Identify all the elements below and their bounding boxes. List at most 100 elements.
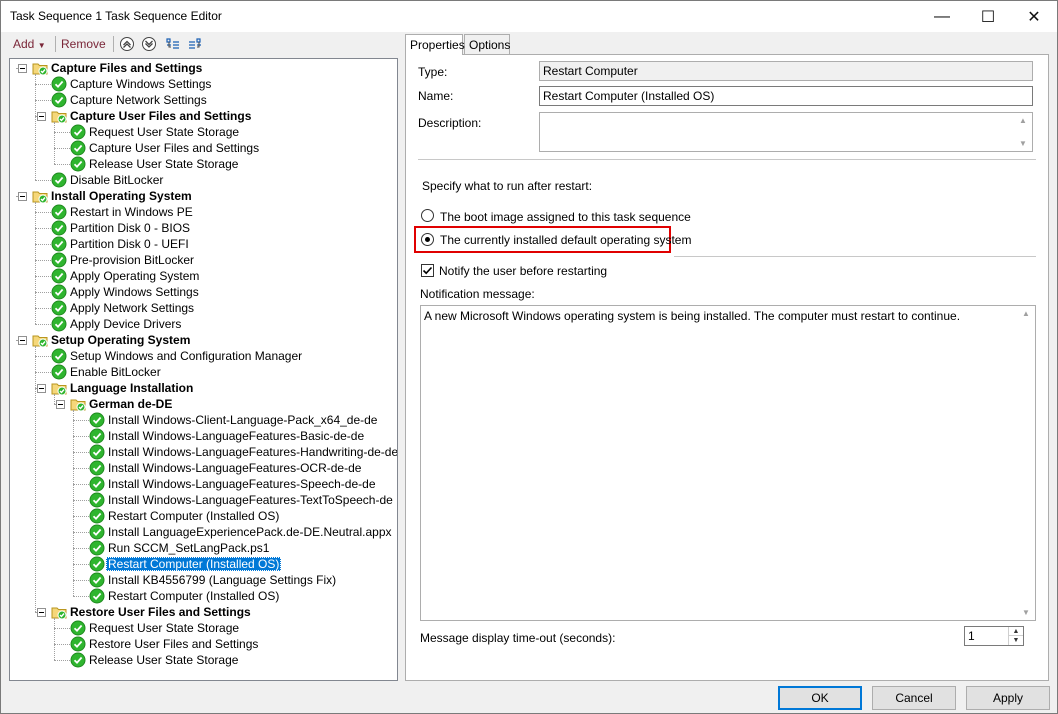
tree-step-node[interactable]: Restart in Windows PE bbox=[10, 204, 395, 220]
tree-step-node[interactable]: Install Windows-LanguageFeatures-OCR-de-… bbox=[10, 460, 395, 476]
tree-step-node[interactable]: Restart Computer (Installed OS) bbox=[10, 508, 395, 524]
tree-step-node[interactable]: Install LanguageExperiencePack.de-DE.Neu… bbox=[10, 524, 395, 540]
name-field[interactable]: Restart Computer (Installed OS) bbox=[539, 86, 1033, 106]
minimize-button[interactable]: — bbox=[919, 1, 965, 32]
cancel-button[interactable]: Cancel bbox=[872, 686, 956, 710]
tree-step-node[interactable]: Restart Computer (Installed OS) bbox=[10, 588, 395, 604]
installed-os-label[interactable]: The currently installed default operatin… bbox=[440, 233, 691, 247]
tree-node-label: Apply Device Drivers bbox=[70, 317, 182, 331]
scroll-down-icon[interactable]: ▼ bbox=[1019, 139, 1027, 148]
notification-message-field[interactable]: A new Microsoft Windows operating system… bbox=[420, 305, 1036, 621]
tree-guide-line bbox=[54, 394, 55, 404]
tree-step-node[interactable]: Restart Computer (Installed OS) bbox=[10, 556, 395, 572]
boot-image-label[interactable]: The boot image assigned to this task seq… bbox=[440, 210, 691, 224]
tree-group-node[interactable]: German de-DE bbox=[10, 396, 395, 412]
tree-step-node[interactable]: Disable BitLocker bbox=[10, 172, 395, 188]
timeout-spinner[interactable]: 1 ▲ ▼ bbox=[964, 626, 1024, 646]
tree-step-node[interactable]: Restore User Files and Settings bbox=[10, 636, 395, 652]
tree-step-node[interactable]: Release User State Storage bbox=[10, 156, 395, 172]
tree-step-node[interactable]: Capture User Files and Settings bbox=[10, 140, 395, 156]
spin-up-icon[interactable]: ▲ bbox=[1009, 627, 1023, 636]
collapse-icon[interactable] bbox=[37, 384, 46, 393]
tree-group-node[interactable]: Install Operating System bbox=[10, 188, 395, 204]
collapse-icon[interactable] bbox=[37, 112, 46, 121]
collapse-icon[interactable] bbox=[18, 336, 27, 345]
tree-step-node[interactable]: Request User State Storage bbox=[10, 124, 395, 140]
task-sequence-tree[interactable]: Capture Files and Settings Capture Window… bbox=[9, 58, 398, 681]
tree-step-node[interactable]: Apply Device Drivers bbox=[10, 316, 395, 332]
tree-connector bbox=[35, 212, 51, 213]
tree-step-node[interactable]: Apply Windows Settings bbox=[10, 284, 395, 300]
tree-connector bbox=[73, 516, 89, 517]
tree-step-node[interactable]: Install Windows-LanguageFeatures-Handwri… bbox=[10, 444, 397, 460]
scroll-up-icon[interactable]: ▲ bbox=[1019, 116, 1027, 125]
tree-step-node[interactable]: Apply Network Settings bbox=[10, 300, 395, 316]
tree-step-node[interactable]: Capture Windows Settings bbox=[10, 76, 395, 92]
description-field[interactable]: ▲ ▼ bbox=[539, 112, 1033, 152]
description-scrollbar[interactable]: ▲ ▼ bbox=[1016, 114, 1031, 150]
tree-step-node[interactable]: Pre-provision BitLocker bbox=[10, 252, 395, 268]
success-check-icon bbox=[51, 236, 67, 252]
tree-step-node[interactable]: Install Windows-LanguageFeatures-Basic-d… bbox=[10, 428, 395, 444]
collapse-icon[interactable] bbox=[37, 608, 46, 617]
success-check-icon bbox=[89, 476, 105, 492]
tree-step-node[interactable]: Setup Windows and Configuration Manager bbox=[10, 348, 395, 364]
indent-icon[interactable] bbox=[165, 36, 181, 52]
notification-scrollbar[interactable]: ▲ ▼ bbox=[1019, 307, 1034, 619]
maximize-button[interactable]: ☐ bbox=[965, 1, 1011, 32]
spin-down-icon[interactable]: ▼ bbox=[1009, 636, 1023, 645]
success-check-icon bbox=[89, 540, 105, 556]
tree-node-label: Install Windows-LanguageFeatures-TextToS… bbox=[108, 493, 393, 507]
tree-step-node[interactable]: Request User State Storage bbox=[10, 620, 395, 636]
tree-step-node[interactable]: Capture Network Settings bbox=[10, 92, 395, 108]
scroll-up-icon[interactable]: ▲ bbox=[1022, 309, 1030, 318]
title-bar[interactable]: Task Sequence 1 Task Sequence Editor — ☐… bbox=[1, 1, 1057, 32]
collapse-icon[interactable] bbox=[18, 64, 27, 73]
tree-step-node[interactable]: Apply Operating System bbox=[10, 268, 395, 284]
collapse-icon[interactable] bbox=[56, 400, 65, 409]
tree-step-node[interactable]: Install Windows-LanguageFeatures-Speech-… bbox=[10, 476, 395, 492]
tab-properties[interactable]: Properties bbox=[405, 34, 465, 55]
tree-group-node[interactable]: Setup Operating System bbox=[10, 332, 395, 348]
collapse-icon[interactable] bbox=[18, 192, 27, 201]
scroll-down-icon[interactable]: ▼ bbox=[1022, 608, 1030, 617]
tree-group-node[interactable]: Language Installation bbox=[10, 380, 395, 396]
success-check-icon bbox=[51, 316, 67, 332]
apply-button[interactable]: Apply bbox=[966, 686, 1050, 710]
tree-step-node[interactable]: Run SCCM_SetLangPack.ps1 bbox=[10, 540, 395, 556]
tree-group-node[interactable]: Capture Files and Settings bbox=[10, 60, 395, 76]
tree-connector bbox=[35, 276, 51, 277]
tree-guide-line bbox=[35, 346, 36, 612]
tree-node-label: Install Windows-LanguageFeatures-OCR-de-… bbox=[108, 461, 362, 475]
tree-step-node[interactable]: Install KB4556799 (Language Settings Fix… bbox=[10, 572, 395, 588]
tree-group-node[interactable]: Restore User Files and Settings bbox=[10, 604, 395, 620]
tree-node-label: Enable BitLocker bbox=[70, 365, 161, 379]
tree-group-node[interactable]: Capture User Files and Settings bbox=[10, 108, 395, 124]
move-up-icon[interactable] bbox=[119, 36, 135, 52]
description-label: Description: bbox=[418, 116, 482, 130]
tree-guide-line bbox=[35, 74, 36, 180]
window-title: Task Sequence 1 Task Sequence Editor bbox=[10, 9, 222, 23]
move-down-icon[interactable] bbox=[141, 36, 157, 52]
outdent-icon[interactable] bbox=[187, 36, 203, 52]
boot-image-radio[interactable] bbox=[421, 209, 434, 222]
tree-node-label: Install Windows-LanguageFeatures-Speech-… bbox=[108, 477, 376, 491]
tree-step-node[interactable]: Enable BitLocker bbox=[10, 364, 395, 380]
tree-step-node[interactable]: Install Windows-LanguageFeatures-TextToS… bbox=[10, 492, 395, 508]
tree-step-node[interactable]: Partition Disk 0 - BIOS bbox=[10, 220, 395, 236]
notify-checkbox[interactable] bbox=[421, 264, 434, 277]
remove-button[interactable]: Remove bbox=[61, 37, 106, 51]
tree-node-label: Install KB4556799 (Language Settings Fix… bbox=[108, 573, 337, 587]
close-button[interactable]: ✕ bbox=[1011, 1, 1057, 32]
success-check-icon bbox=[89, 556, 105, 572]
success-check-icon bbox=[70, 636, 86, 652]
notify-label[interactable]: Notify the user before restarting bbox=[439, 264, 607, 278]
installed-os-radio[interactable] bbox=[421, 233, 434, 246]
tree-step-node[interactable]: Install Windows-Client-Language-Pack_x64… bbox=[10, 412, 395, 428]
add-menu-button[interactable]: Add ▼ bbox=[13, 37, 46, 51]
tree-step-node[interactable]: Partition Disk 0 - UEFI bbox=[10, 236, 395, 252]
ok-button[interactable]: OK bbox=[778, 686, 862, 710]
tree-connector bbox=[54, 132, 70, 133]
tab-options[interactable]: Options bbox=[464, 34, 510, 54]
tree-step-node[interactable]: Release User State Storage bbox=[10, 652, 395, 668]
